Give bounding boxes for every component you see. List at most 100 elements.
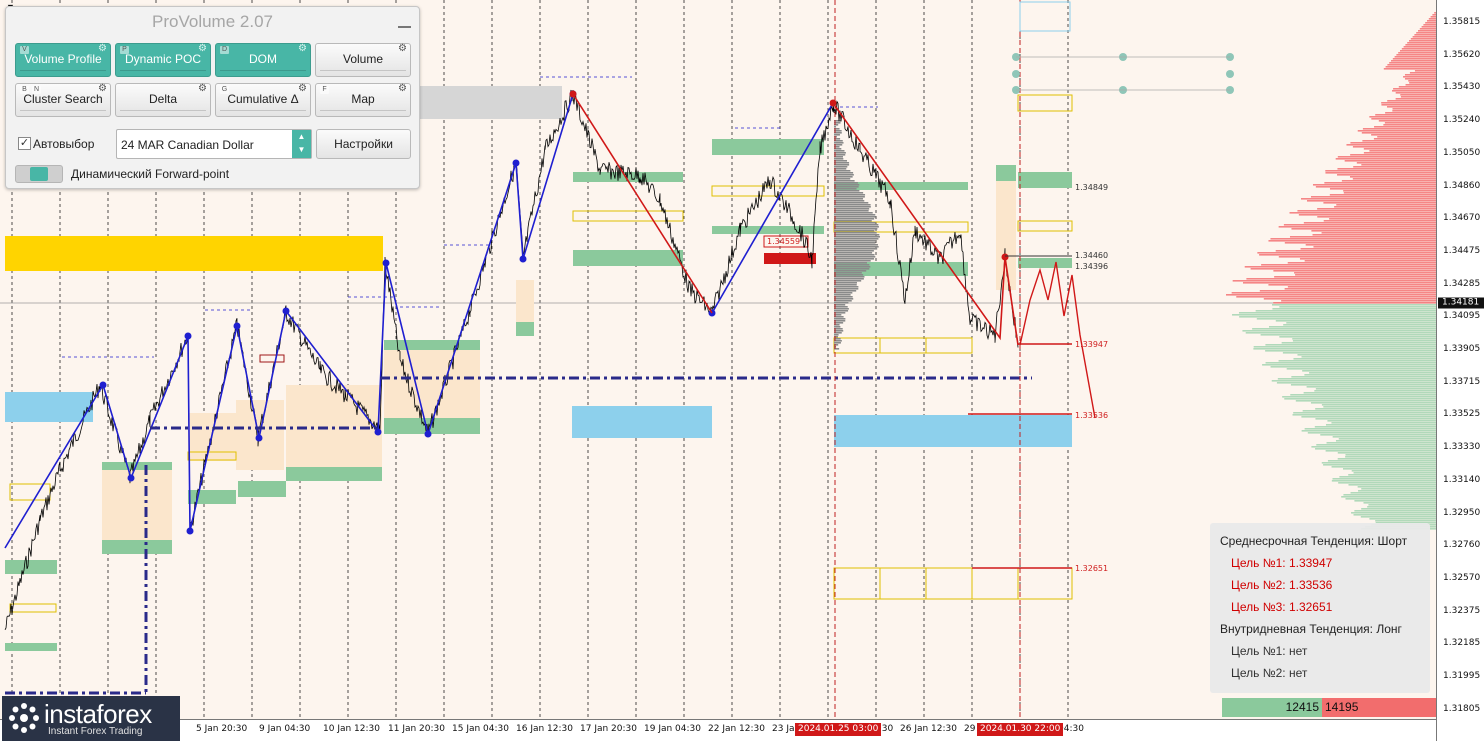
time-scale[interactable]: 5 Jan 20:30 9 Jan 04:30 10 Jan 12:30 11 Jan… — [0, 719, 1436, 741]
price-scale[interactable]: 1.35815 1.35620 1.35430 1.35240 1.35050 1.348… — [1436, 0, 1484, 741]
sell-profile-bar — [1356, 162, 1436, 164]
sell-profile-bar — [1419, 28, 1436, 30]
sell-profile-bar — [1284, 288, 1436, 290]
buy-profile-bar — [1343, 468, 1436, 470]
gear-icon[interactable]: ⚙ — [198, 84, 207, 94]
sell-profile-bar — [1323, 220, 1436, 222]
sell-profile-bar — [1325, 170, 1436, 172]
gear-icon[interactable]: ⚙ — [98, 84, 107, 94]
gear-icon[interactable]: ⚙ — [298, 44, 307, 54]
blue-pivot — [186, 527, 194, 535]
buy-profile-bar — [1338, 438, 1436, 440]
intraday-target-2: Цель №2: нет — [1231, 666, 1308, 680]
buy-profile-bar — [1292, 338, 1436, 340]
time-scale-label: 15 Jan 04:30 — [452, 724, 509, 734]
sell-profile-bar — [1398, 86, 1436, 88]
price-scale-label: 1.33715 — [1443, 376, 1481, 387]
sell-profile-bar — [1263, 298, 1436, 300]
session-profile-bar — [834, 298, 854, 300]
module-label: Map — [351, 92, 375, 106]
session-profile-bar — [834, 300, 852, 302]
buy-profile-bar — [1339, 476, 1436, 478]
module-button-delta[interactable]: ⚙ Delta — [115, 83, 211, 117]
spinner-arrows-icon[interactable]: ▲ ▼ — [292, 130, 311, 158]
session-profile-bar — [834, 180, 855, 182]
session-profile-bar — [834, 276, 865, 278]
session-profile-bar — [834, 154, 846, 156]
object-handle — [1012, 70, 1020, 78]
buy-zone — [1018, 258, 1072, 268]
module-button-volume-profile[interactable]: V ⚙ Volume Profile — [15, 43, 111, 77]
buy-profile-bar — [1268, 326, 1436, 328]
module-button-cumulative[interactable]: G ⚙ Cumulative Δ — [215, 83, 311, 117]
settings-button[interactable]: Настройки — [316, 129, 411, 159]
module-label: Dynamic POC — [124, 52, 201, 66]
sell-profile-bar — [1378, 120, 1436, 122]
buy-profile-bar — [1361, 508, 1436, 510]
module-button-cluster-search[interactable]: B N ⚙ Cluster Search — [15, 83, 111, 117]
buy-profile-bar — [1297, 354, 1436, 356]
sell-profile-bar — [1337, 156, 1436, 158]
sell-profile-bar — [1295, 274, 1436, 276]
session-profile-bar — [834, 292, 853, 294]
gear-icon[interactable]: ⚙ — [198, 44, 207, 54]
sell-profile-bar — [1305, 244, 1436, 246]
session-profile-bar — [834, 342, 841, 344]
yellow-zone — [5, 236, 383, 271]
forward-point-toggle[interactable] — [15, 165, 63, 183]
autoselect-label: Автовыбор — [33, 137, 95, 151]
session-profile-bar — [834, 234, 880, 236]
sell-profile-bar — [1343, 192, 1436, 194]
sell-profile-bar — [1298, 214, 1436, 216]
minimize-icon[interactable] — [398, 16, 411, 28]
blue-pivot — [233, 322, 241, 330]
module-label: Cumulative Δ — [227, 92, 299, 106]
module-button-volume[interactable]: ⚙ Volume — [315, 43, 411, 77]
session-profile-bar — [834, 244, 878, 246]
sell-profile-bar — [1337, 174, 1436, 176]
blue-zone — [834, 415, 1072, 447]
sell-profile-bar — [1291, 228, 1436, 230]
sell-profile-bar — [1363, 152, 1436, 154]
gear-icon[interactable]: ⚙ — [298, 84, 307, 94]
sell-profile-bar — [1423, 24, 1436, 26]
price-scale-label: 1.32570 — [1443, 572, 1481, 583]
sell-profile-bar — [1405, 84, 1436, 86]
sell-profile-bar — [1418, 30, 1436, 32]
session-profile-bar — [834, 220, 872, 222]
buy-profile-bar — [1307, 432, 1436, 434]
buy-profile-bar — [1279, 336, 1436, 338]
buy-profile-bar — [1276, 382, 1436, 384]
session-profile-bar — [834, 238, 879, 240]
buy-profile-bar — [1290, 394, 1436, 396]
buy-zone — [5, 643, 57, 651]
module-button-map[interactable]: F ⚙ Map — [315, 83, 411, 117]
session-profile-bar — [834, 312, 846, 314]
buy-profile-bar — [1256, 318, 1436, 320]
sell-profile-bar — [1377, 136, 1436, 138]
instrument-select[interactable]: 24 MAR Canadian Dollar ▲ ▼ — [116, 129, 312, 159]
gear-icon[interactable]: ⚙ — [98, 44, 107, 54]
module-button-dynamic-poc[interactable]: P ⚙ Dynamic POC — [115, 43, 211, 77]
gear-icon[interactable]: ⚙ — [398, 84, 407, 94]
buy-profile-bar — [1343, 494, 1436, 496]
module-button-dom[interactable]: D ⚙ DOM — [215, 43, 311, 77]
buy-profile-bar — [1262, 364, 1436, 366]
sell-profile-bar — [1268, 240, 1436, 242]
session-profile-bar — [834, 320, 846, 322]
autoselect-checkbox[interactable]: ✓ — [18, 137, 31, 150]
sell-profile-bar — [1349, 176, 1436, 178]
price-scale-label: 1.32185 — [1443, 638, 1481, 649]
gear-icon[interactable]: ⚙ — [398, 44, 407, 54]
sell-profile-bar — [1287, 262, 1436, 264]
session-profile-bar — [834, 212, 873, 214]
sell-profile-bar — [1405, 44, 1436, 46]
sell-profile-bar — [1400, 96, 1436, 98]
session-profile-bar — [834, 198, 864, 200]
sell-profile-bar — [1259, 254, 1436, 256]
buy-profile-bar — [1293, 412, 1436, 414]
buy-zone — [573, 250, 683, 266]
session-profile-bar — [834, 160, 847, 162]
buy-profile-bar — [1290, 384, 1436, 386]
sell-profile-bar — [1329, 194, 1436, 196]
